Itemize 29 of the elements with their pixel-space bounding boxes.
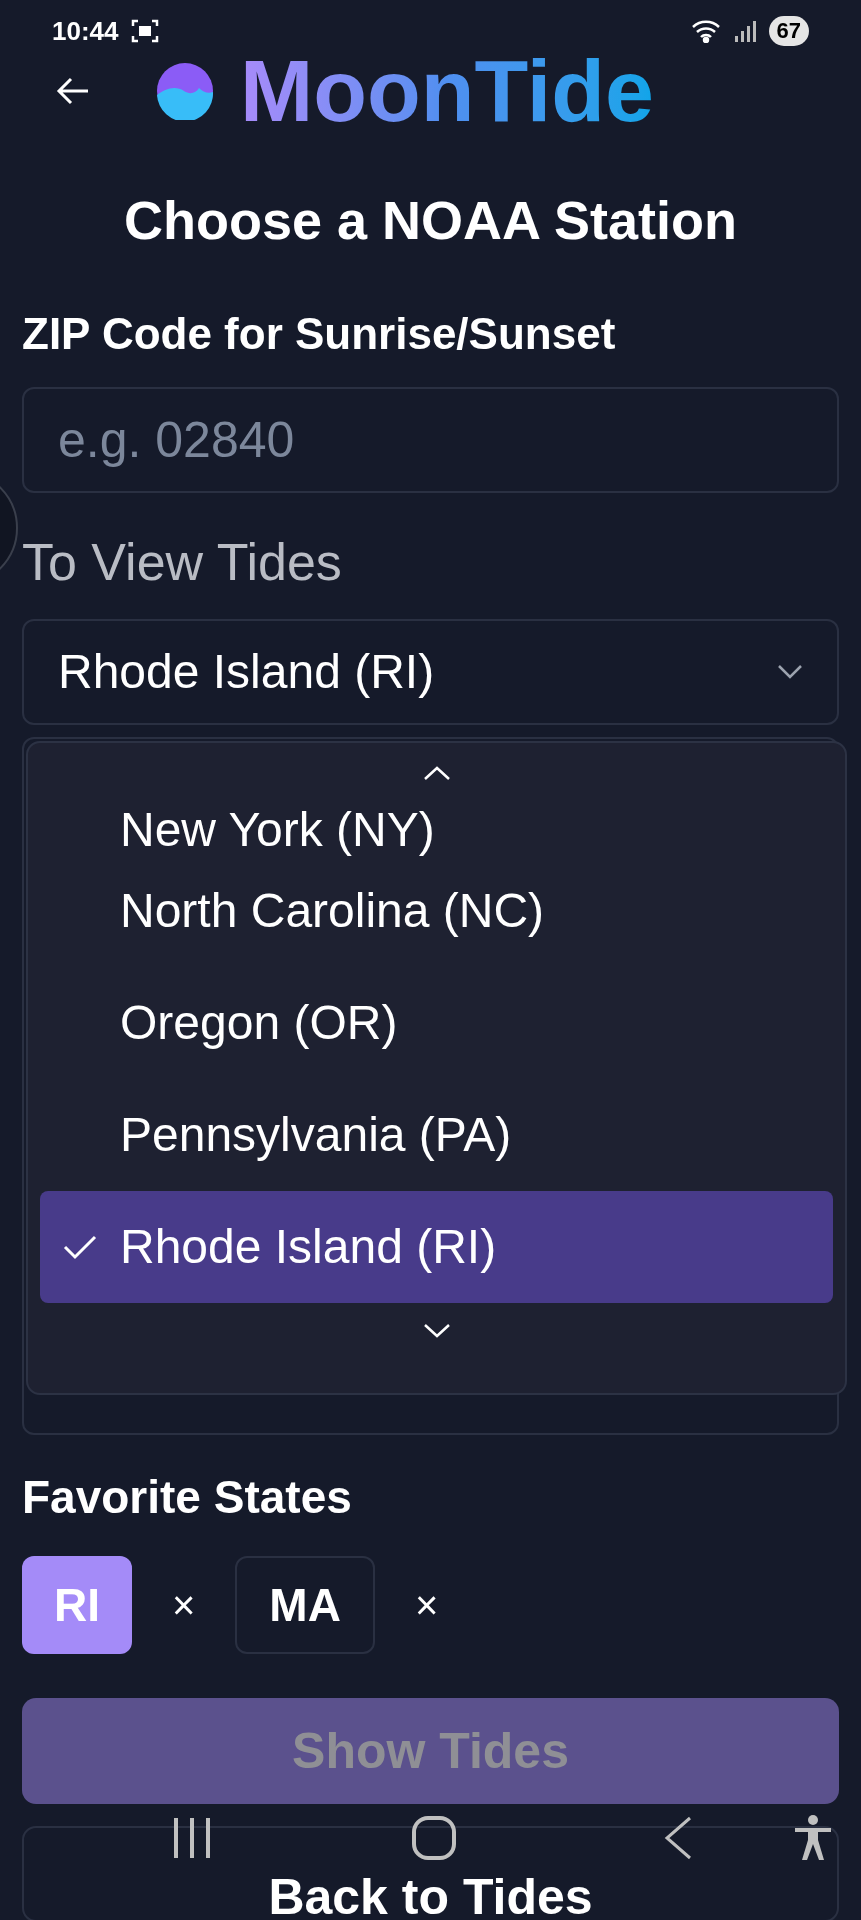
back-arrow-icon[interactable] bbox=[56, 76, 90, 106]
accessibility-icon[interactable] bbox=[794, 1815, 832, 1861]
dropdown-option[interactable]: Oregon (OR) bbox=[40, 967, 833, 1079]
home-icon[interactable] bbox=[412, 1816, 456, 1860]
dropdown-option[interactable]: New York (NY) bbox=[40, 793, 833, 855]
state-select[interactable]: Rhode Island (RI) bbox=[22, 619, 839, 725]
dropdown-option[interactable]: Pennsylvania (PA) bbox=[40, 1079, 833, 1191]
moon-wave-logo-icon bbox=[156, 62, 214, 120]
chevron-up-icon[interactable] bbox=[422, 765, 451, 781]
signal-icon bbox=[732, 19, 757, 43]
wifi-icon bbox=[690, 19, 721, 43]
screenshot-icon bbox=[130, 17, 159, 45]
zip-input-field[interactable]: e.g. 02840 bbox=[22, 387, 839, 493]
back-icon[interactable] bbox=[664, 1816, 692, 1860]
status-time: 10:44 bbox=[52, 14, 119, 48]
favorite-state-chip[interactable]: MA bbox=[235, 1556, 375, 1654]
zip-label: ZIP Code for Sunrise/Sunset bbox=[22, 309, 616, 358]
favorites-label: Favorite States bbox=[22, 1471, 352, 1523]
remove-button[interactable]: × bbox=[414, 1575, 439, 1635]
dropdown-option[interactable]: North Carolina (NC) bbox=[40, 855, 833, 967]
recent-apps-icon[interactable] bbox=[172, 1816, 212, 1860]
dropdown-option[interactable]: Rhode Island (RI) bbox=[40, 1191, 833, 1303]
battery-indicator: 67 bbox=[768, 16, 809, 46]
checkmark-icon bbox=[62, 1233, 98, 1261]
chevron-down-icon[interactable] bbox=[422, 1323, 451, 1339]
remove-button[interactable]: × bbox=[172, 1575, 196, 1635]
state-label: To View Tides bbox=[22, 533, 342, 591]
chevron-down-icon bbox=[777, 664, 803, 680]
page-title: Choose a NOAA Station bbox=[123, 190, 737, 250]
